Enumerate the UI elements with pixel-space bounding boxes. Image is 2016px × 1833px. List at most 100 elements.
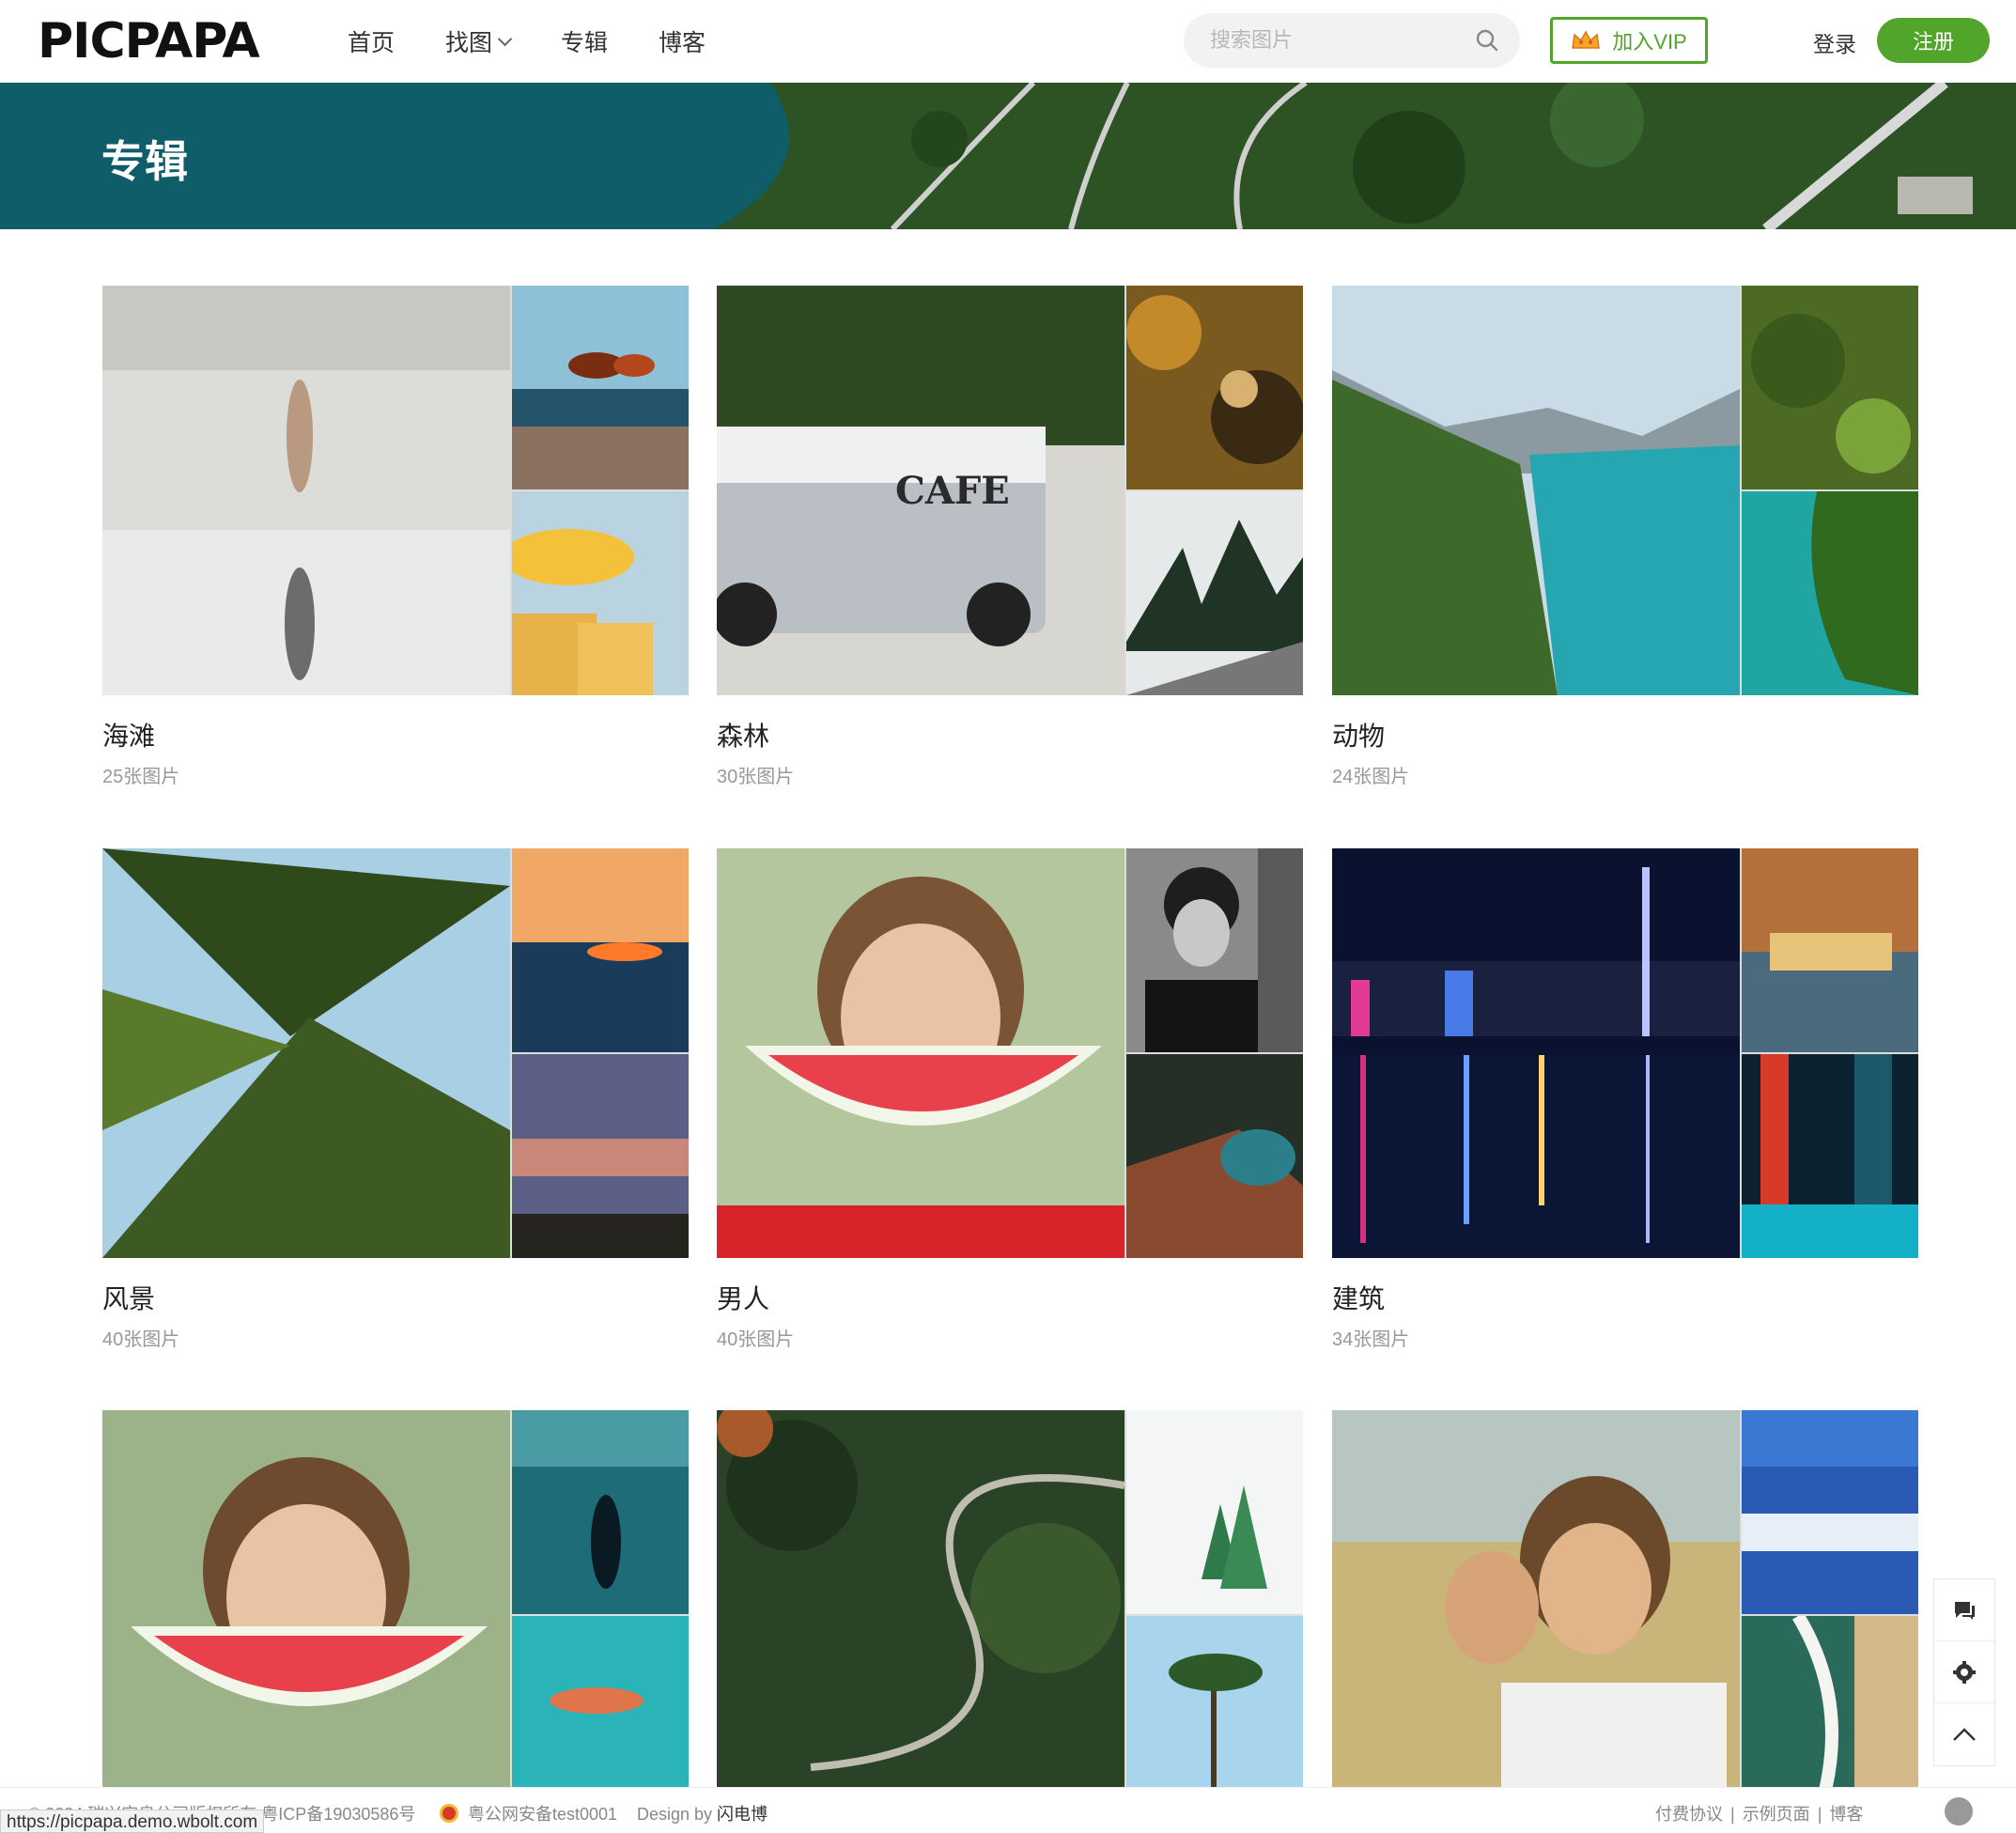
album-main-image: CAFE bbox=[717, 286, 1124, 695]
album-name[interactable]: 海滩 bbox=[102, 716, 689, 753]
site-logo[interactable]: PICPAPA bbox=[38, 17, 260, 66]
album-thumbnails[interactable] bbox=[1332, 1410, 1918, 1820]
design-prefix: Design by bbox=[637, 1805, 718, 1824]
album-card[interactable]: 海滩 25张图片 bbox=[102, 286, 689, 788]
page-banner: 专辑 bbox=[0, 83, 2016, 229]
album-side-image bbox=[1126, 286, 1303, 489]
nav-home[interactable]: 首页 bbox=[348, 24, 395, 58]
nav-blog[interactable]: 博客 bbox=[659, 24, 706, 58]
album-card[interactable] bbox=[717, 1410, 1303, 1833]
crown-icon bbox=[1572, 30, 1601, 49]
separator: | bbox=[1730, 1805, 1735, 1824]
footer-link-sample[interactable]: 示例页面 bbox=[1743, 1805, 1810, 1824]
status-bar-url: https://picpapa.demo.wbolt.com bbox=[0, 1810, 265, 1833]
join-vip-label: 加入VIP bbox=[1612, 30, 1687, 54]
back-to-top-icon bbox=[1953, 1728, 1976, 1741]
footer-link-terms[interactable]: 付费协议 bbox=[1655, 1805, 1723, 1824]
nav-blog-label: 博客 bbox=[659, 30, 706, 56]
album-side-image bbox=[1126, 1410, 1303, 1614]
search-box bbox=[1184, 13, 1520, 68]
album-card[interactable] bbox=[102, 1410, 689, 1833]
album-count: 25张图片 bbox=[102, 767, 180, 787]
album-name[interactable]: 动物 bbox=[1332, 716, 1918, 753]
album-side-image bbox=[512, 1054, 689, 1258]
back-to-top-button[interactable] bbox=[1934, 1703, 1994, 1765]
search-input[interactable] bbox=[1210, 28, 1473, 53]
main-nav: 首页 找图 专辑 博客 bbox=[348, 0, 756, 83]
album-thumbnails[interactable] bbox=[1332, 848, 1918, 1258]
nav-albums[interactable]: 专辑 bbox=[561, 24, 608, 58]
album-thumbnails[interactable]: CAFE bbox=[717, 286, 1303, 695]
album-count: 30张图片 bbox=[717, 767, 795, 787]
login-link[interactable]: 登录 bbox=[1813, 26, 1856, 58]
album-card[interactable]: 风景 40张图片 bbox=[102, 848, 689, 1351]
chat-button[interactable] bbox=[1934, 1579, 1994, 1641]
police-record-label: 粤公网安备test0001 bbox=[468, 1805, 618, 1824]
album-name[interactable]: 建筑 bbox=[1332, 1279, 1918, 1316]
album-card[interactable]: CAFE 森林 30张图片 bbox=[717, 286, 1303, 788]
nav-find-label: 找图 bbox=[445, 30, 493, 56]
nav-albums-label: 专辑 bbox=[561, 30, 609, 56]
album-side-image bbox=[1126, 848, 1303, 1052]
album-thumbnails[interactable] bbox=[717, 848, 1303, 1258]
album-side-image bbox=[1742, 491, 1918, 695]
album-main-image bbox=[1332, 286, 1740, 695]
album-name[interactable]: 风景 bbox=[102, 1279, 689, 1316]
aerial-landscape-image bbox=[0, 83, 2016, 229]
album-name[interactable]: 男人 bbox=[717, 1279, 1303, 1316]
album-card[interactable]: 建筑 34张图片 bbox=[1332, 848, 1918, 1351]
album-side-image bbox=[1742, 1054, 1918, 1258]
site-header: PICPAPA 首页 找图 专辑 博客 加入VIP 登录 注册 bbox=[0, 0, 2016, 83]
album-count: 40张图片 bbox=[717, 1329, 795, 1350]
album-thumbnails[interactable] bbox=[102, 1410, 689, 1820]
album-side-image bbox=[1742, 286, 1918, 489]
album-main-image bbox=[102, 1410, 510, 1820]
album-card[interactable]: 动物 24张图片 bbox=[1332, 286, 1918, 788]
album-main-image bbox=[1332, 1410, 1740, 1820]
page-title: 专辑 bbox=[101, 137, 188, 186]
album-card[interactable]: 男人 40张图片 bbox=[717, 848, 1303, 1351]
album-side-image bbox=[1126, 491, 1303, 695]
floating-toolbar bbox=[1933, 1578, 1995, 1766]
album-thumbnails[interactable] bbox=[717, 1410, 1303, 1820]
design-link[interactable]: 闪电博 bbox=[717, 1805, 768, 1824]
album-main-image bbox=[1332, 848, 1740, 1258]
police-badge-icon bbox=[440, 1804, 458, 1823]
site-footer: © 2024 瑞兴宝良公司版权所有 粤ICP备19030586号 粤公网安备te… bbox=[0, 1787, 2016, 1833]
design-credit: Design by 闪电博 bbox=[637, 1801, 768, 1825]
chevron-down-icon bbox=[497, 31, 513, 46]
album-side-image bbox=[512, 491, 689, 695]
album-name[interactable]: 森林 bbox=[717, 716, 1303, 753]
album-side-image bbox=[512, 286, 689, 489]
album-side-image bbox=[1742, 848, 1918, 1052]
album-count: 24张图片 bbox=[1332, 767, 1410, 787]
album-main-image bbox=[102, 286, 510, 695]
footer-links: 付费协议 | 示例页面 | 博客 bbox=[1655, 1801, 1863, 1825]
album-side-image bbox=[1742, 1410, 1918, 1614]
album-count: 40张图片 bbox=[102, 1329, 180, 1350]
album-thumbnails[interactable] bbox=[1332, 286, 1918, 695]
search-icon[interactable] bbox=[1475, 28, 1499, 53]
nav-find[interactable]: 找图 bbox=[445, 24, 513, 58]
settings-icon bbox=[1953, 1660, 1976, 1684]
chat-icon bbox=[1955, 1601, 1975, 1620]
album-thumbnails[interactable] bbox=[102, 848, 689, 1258]
register-button[interactable]: 注册 bbox=[1877, 18, 1990, 63]
album-side-image bbox=[512, 848, 689, 1052]
album-main-image bbox=[717, 848, 1124, 1258]
album-card[interactable] bbox=[1332, 1410, 1918, 1833]
settings-button[interactable] bbox=[1934, 1641, 1994, 1703]
police-record[interactable]: 粤公网安备test0001 bbox=[440, 1801, 617, 1825]
nav-home-label: 首页 bbox=[348, 30, 395, 56]
album-side-image bbox=[1126, 1054, 1303, 1258]
separator: | bbox=[1817, 1805, 1822, 1824]
album-thumbnails[interactable] bbox=[102, 286, 689, 695]
qq-icon[interactable] bbox=[1945, 1797, 1973, 1825]
album-main-image bbox=[102, 848, 510, 1258]
album-main-image bbox=[717, 1410, 1124, 1820]
svg-text:CAFE: CAFE bbox=[895, 469, 1010, 513]
join-vip-button[interactable]: 加入VIP bbox=[1550, 17, 1708, 64]
album-count: 34张图片 bbox=[1332, 1329, 1410, 1350]
footer-link-blog[interactable]: 博客 bbox=[1829, 1805, 1863, 1824]
album-side-image bbox=[512, 1410, 689, 1614]
